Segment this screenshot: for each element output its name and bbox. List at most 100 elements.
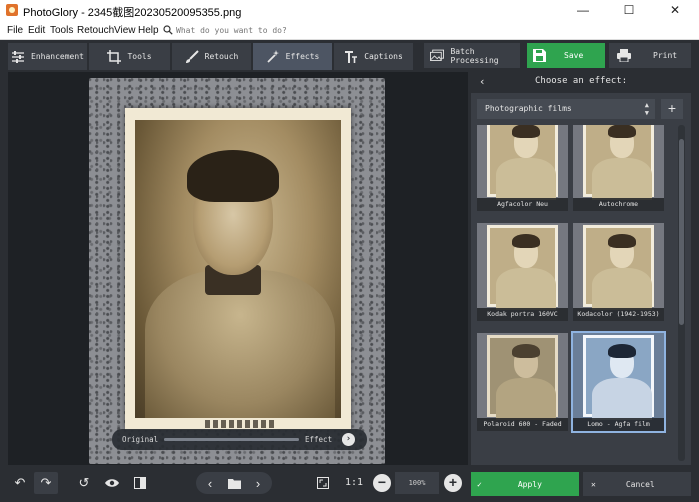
effect-name: Kodacolor (1942-1953) (573, 308, 664, 321)
open-folder-button[interactable] (222, 472, 246, 494)
crop-icon (107, 49, 122, 64)
original-label: Original (122, 435, 159, 444)
compare-track[interactable] (164, 438, 299, 441)
photo-background-texture (89, 78, 385, 464)
scrollbar-thumb[interactable] (679, 139, 684, 325)
add-effect-button[interactable]: + (661, 99, 683, 119)
compare-split-button[interactable] (128, 472, 152, 494)
menu-edit[interactable]: Edit (28, 25, 45, 36)
app-window: PhotoGlory - 2345截图20230520095355.png — … (0, 0, 699, 502)
zoom-in-button[interactable]: + (444, 474, 462, 492)
previous-image-button[interactable]: ‹ (198, 472, 222, 494)
tab-label: Retouch (204, 52, 239, 61)
menu-file[interactable]: File (7, 25, 23, 36)
zoom-level-field[interactable]: 100% (395, 472, 439, 494)
maximize-button[interactable]: ☐ (606, 0, 652, 21)
apply-button[interactable]: ✓ Apply (471, 472, 579, 496)
effect-preview-image (583, 335, 654, 420)
updown-arrows-icon: ▲ ▼ (644, 101, 649, 117)
effects-panel-header: ‹ Choose an effect: (471, 72, 691, 92)
save-label: Save (564, 51, 584, 60)
cancel-label: Cancel (625, 479, 655, 489)
menu-bar: File Edit Tools Retouch View Help (0, 21, 699, 40)
photo-canvas[interactable]: Original Effect › (8, 72, 468, 465)
batch-processing-button[interactable]: Batch Processing (424, 43, 520, 68)
effect-thumbnail[interactable]: Agfacolor Neu (477, 125, 568, 211)
redo-button[interactable]: ↷ (34, 472, 58, 494)
fit-screen-icon (317, 477, 329, 489)
effects-panel-title: Choose an effect: (535, 76, 628, 86)
effect-preview-image (583, 125, 654, 200)
images-icon (430, 49, 444, 61)
tab-label: Tools (127, 52, 152, 61)
minimize-button[interactable]: — (560, 0, 606, 21)
effect-preview-image (487, 335, 558, 420)
close-button[interactable]: ✕ (652, 0, 698, 21)
cancel-button[interactable]: ✕ Cancel (583, 472, 691, 496)
effects-panel: Photographic films ▲ ▼ + Agfacolor Neu Aut… (471, 93, 691, 465)
rotate-left-icon: ↺ (78, 475, 90, 490)
next-image-button[interactable]: › (246, 472, 270, 494)
menu-help[interactable]: Help (138, 25, 159, 36)
folder-icon (227, 478, 241, 489)
text-icon (345, 50, 358, 63)
compare-track-fill (164, 438, 299, 441)
effect-preview-image (487, 125, 558, 200)
reset-button[interactable]: ↺ (72, 472, 96, 494)
effect-thumbnail[interactable]: Kodak portra 160VC (477, 223, 568, 321)
preview-button[interactable] (100, 472, 124, 494)
app-logo-icon (6, 4, 18, 16)
effect-category-value: Photographic films (485, 104, 572, 113)
effect-name: Polaroid 600 - Faded (477, 418, 568, 431)
back-arrow-icon[interactable]: ‹ (479, 75, 486, 88)
printer-icon (617, 49, 631, 62)
tab-tools[interactable]: Tools (89, 43, 171, 70)
print-label: Print (653, 51, 678, 60)
menu-view[interactable]: View (114, 25, 136, 36)
print-button[interactable]: Print (609, 43, 691, 68)
effect-thumbnail[interactable]: Lomo - Agfa film (571, 331, 666, 433)
search-input[interactable] (176, 23, 356, 37)
redo-icon: ↷ (40, 475, 52, 490)
effect-category-select[interactable]: Photographic films ▲ ▼ (477, 99, 655, 119)
tab-effects[interactable]: Effects (253, 43, 333, 70)
file-navigation: ‹ › (196, 472, 272, 494)
effect-name: Kodak portra 160VC (477, 308, 568, 321)
batch-processing-label: Batch Processing (450, 46, 499, 65)
save-button[interactable]: Save (527, 43, 605, 68)
tab-captions[interactable]: Captions (334, 43, 414, 70)
zoom-out-button[interactable]: − (373, 474, 391, 492)
effects-scrollbar[interactable] (678, 125, 685, 461)
effect-name: Agfacolor Neu (477, 198, 568, 211)
tab-retouch[interactable]: Retouch (172, 43, 252, 70)
actual-size-button[interactable]: 1:1 (341, 473, 367, 493)
checkmark-icon: ✓ (477, 479, 482, 489)
tab-label: Enhancement (31, 52, 84, 61)
tab-enhancement[interactable]: Enhancement (8, 43, 88, 70)
search-icon (163, 25, 173, 35)
menu-tools[interactable]: Tools (50, 25, 73, 36)
effect-thumbnail[interactable]: Polaroid 600 - Faded (477, 333, 568, 431)
sliders-icon (12, 50, 24, 63)
photo-handwriting (205, 420, 275, 428)
effects-grid: Agfacolor Neu Autochrome Kodak portra 160V… (477, 125, 675, 461)
effect-label: Effect (305, 435, 333, 444)
main-toolbar: Enhancement Tools Retouch Effects Captio… (0, 40, 699, 71)
effect-thumbnail[interactable]: Autochrome (573, 125, 664, 211)
fit-to-screen-button[interactable] (311, 472, 335, 494)
bottom-bar: ↶ ↷ ↺ ‹ › 1:1 − 100% + ✓ Apply ✕ Cancel (0, 466, 699, 502)
effect-name: Autochrome (573, 198, 664, 211)
undo-icon: ↶ (14, 475, 26, 490)
brush-icon (185, 49, 199, 63)
effect-name: Lomo - Agfa film (573, 418, 664, 431)
chevron-right-icon[interactable]: › (342, 433, 355, 446)
effect-thumbnail[interactable]: Kodacolor (1942-1953) (573, 223, 664, 321)
menu-retouch[interactable]: Retouch (77, 25, 114, 36)
vintage-portrait-photo (125, 108, 351, 430)
tab-label: Effects (285, 52, 320, 61)
split-view-icon (134, 477, 146, 489)
effect-preview-image (583, 225, 654, 310)
window-title: PhotoGlory - 2345截图20230520095355.png (23, 7, 242, 19)
undo-button[interactable]: ↶ (8, 472, 32, 494)
before-after-slider[interactable]: Original Effect › (112, 429, 367, 450)
